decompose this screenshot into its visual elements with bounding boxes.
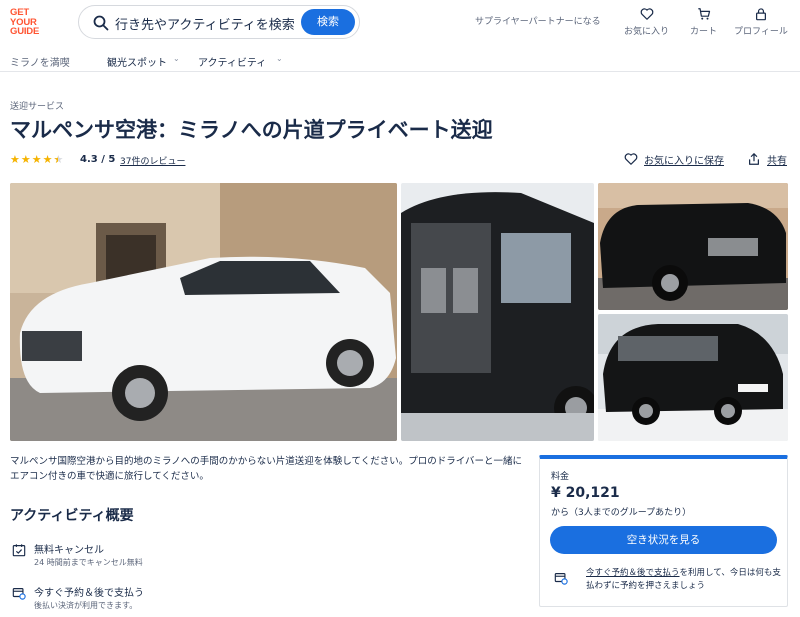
share-button[interactable]: 共有 [747, 152, 787, 167]
reviews-link[interactable]: 37件のレビュー [120, 154, 185, 167]
gallery-photo-black-minivan[interactable] [598, 314, 788, 441]
feature-subtitle: 後払い決済が利用できます。 [34, 601, 138, 610]
share-icon [749, 153, 759, 165]
logo-line: GUIDE [10, 26, 40, 37]
calendar-check-icon [12, 544, 26, 557]
subnav-item-explore[interactable]: ミラノを満喫 [10, 54, 70, 69]
top-header: GET YOUR GUIDE 行き先やアクティビティを検索 検索 サプライヤーパ… [0, 0, 800, 45]
wishlist-nav-button[interactable]: お気に入り [624, 7, 669, 37]
heart-icon [624, 153, 638, 165]
product-description: マルペンサ国際空港から目的地のミラノへの手間のかからない片道送迎を体験してくださ… [10, 456, 523, 482]
cart-icon [697, 8, 710, 20]
chevron-down-icon: ⌄ [276, 54, 283, 63]
profile-nav-label: プロフィール [734, 27, 788, 37]
price-label: 料金 [551, 472, 570, 482]
cart-nav-button[interactable]: カート [690, 7, 717, 37]
price-per-group: から（3人までのグループあたり） [551, 508, 692, 518]
feature-title: 今すぐ予約＆後で支払う [34, 588, 144, 599]
reserve-pay-note: 今すぐ予約＆後で支払うを利用して、今日は何も支払わずに予約を押さえましょう [586, 567, 782, 593]
rating-row: ★★★★★★ 4.3 / 5 37件のレビュー お気に入りに保存 共有 [10, 152, 790, 168]
subnav-item-sights[interactable]: 観光スポット [107, 54, 167, 69]
supplier-partner-link[interactable]: サプライヤーパートナーになる [475, 14, 601, 27]
reserve-pay-link[interactable]: 今すぐ予約＆後で支払う [586, 568, 680, 578]
gallery-photo-van-interior[interactable] [401, 183, 594, 441]
reserve-pay-icon [554, 573, 568, 585]
subnav-item-activities[interactable]: アクティビティ [198, 54, 266, 69]
white-suv-image [10, 183, 397, 441]
gallery-photo-black-suv[interactable] [598, 183, 788, 310]
black-suv-image [598, 183, 788, 310]
heart-icon [640, 8, 653, 20]
feature-reserve-pay-later: 今すぐ予約＆後で支払う 後払い決済が利用できます。 [10, 584, 310, 614]
profile-nav-button[interactable]: プロフィール [734, 7, 788, 37]
star-rating-icon: ★★★★★★ [10, 153, 65, 166]
black-minivan-image [598, 314, 788, 441]
cart-nav-label: カート [690, 27, 718, 37]
overview-heading: アクティビティ概要 [10, 508, 134, 524]
chevron-down-icon: ⌄ [173, 54, 180, 63]
check-availability-button[interactable]: 空き状況を見る [550, 526, 777, 554]
getyourguide-logo[interactable]: GET YOUR GUIDE [10, 8, 48, 37]
reserve-pay-icon [12, 588, 26, 600]
black-van-image [401, 183, 594, 441]
category-label: 送迎サービス [10, 102, 65, 112]
save-to-wishlist-label: お気に入りに保存 [644, 156, 724, 167]
gallery-photo-main[interactable] [10, 183, 397, 441]
wishlist-nav-label: お気に入り [624, 27, 670, 37]
price-value: ¥ 20,121 [551, 485, 620, 501]
search-button[interactable]: 検索 [301, 9, 355, 35]
booking-card: 料金 ¥ 20,121 から（3人までのグループあたり） 空き状況を見る 今すぐ… [539, 455, 788, 607]
share-label: 共有 [767, 156, 787, 167]
feature-subtitle: 24 時間前までキャンセル無料 [34, 558, 143, 567]
feature-title: 無料キャンセル [34, 545, 104, 556]
profile-icon [755, 8, 766, 21]
search-input[interactable]: 行き先やアクティビティを検索 [115, 14, 295, 33]
save-to-wishlist-button[interactable]: お気に入りに保存 [624, 152, 724, 167]
feature-free-cancellation: 無料キャンセル 24 時間前までキャンセル無料 [10, 541, 310, 571]
sub-navigation: ミラノを満喫 観光スポット ⌄ アクティビティ ⌄ [0, 45, 800, 72]
search-bar[interactable]: 行き先やアクティビティを検索 検索 [78, 5, 360, 39]
rating-value: 4.3 / 5 [80, 154, 116, 165]
search-icon [93, 15, 109, 31]
page-title: マルペンサ空港：ミラノへの片道プライベート送迎 [10, 118, 493, 142]
